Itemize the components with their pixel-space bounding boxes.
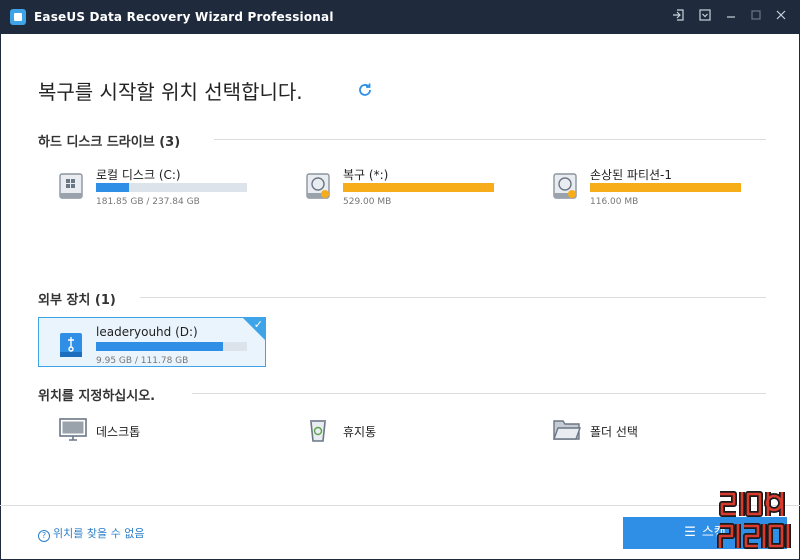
close-icon[interactable]	[772, 8, 790, 26]
menu-icon[interactable]	[696, 8, 714, 26]
drive-name: 로컬 디스크 (C:)	[96, 168, 181, 182]
recycle-bin-icon	[310, 420, 326, 442]
external-section-title: 외부 장치 (1)	[38, 293, 116, 308]
drive-usage-bar	[96, 183, 247, 192]
help-link[interactable]: ? 위치를 찾을 수 없음	[38, 525, 144, 542]
usb-drive-icon	[60, 333, 82, 357]
drive-usage-fill	[96, 183, 130, 192]
drive-usage-bar	[96, 342, 247, 351]
drive-usage-bar	[590, 183, 741, 192]
location-label: 폴더 선택	[590, 425, 638, 439]
location-desktop[interactable]: 데스크톱	[59, 417, 259, 447]
windows-drive-icon	[59, 173, 83, 199]
drive-damaged-partition[interactable]: 손상된 파티션-1 116.00 MB	[553, 166, 763, 210]
drive-usage-fill	[343, 183, 494, 192]
folder-icon	[553, 420, 581, 440]
scan-button[interactable]: ☰ 스캔	[623, 517, 787, 549]
drive-usage-fill	[96, 342, 223, 351]
section-divider	[192, 393, 766, 394]
drive-name: leaderyouhd (D:)	[96, 325, 198, 339]
app-icon	[10, 9, 26, 25]
scan-label: 스캔	[701, 525, 726, 540]
drive-size: 181.85 GB / 237.84 GB	[96, 197, 200, 207]
drive-usage-fill	[590, 183, 741, 192]
drive-usage-bar	[343, 183, 494, 192]
desktop-icon	[59, 418, 87, 441]
help-label: 위치를 찾을 수 없음	[53, 527, 145, 540]
drive-name: 복구 (*:)	[343, 168, 389, 182]
location-recycle-bin[interactable]: 휴지통	[306, 417, 506, 447]
section-divider	[140, 297, 766, 298]
drive-size: 529.00 MB	[343, 197, 392, 207]
locations-section-title: 위치를 지정하십시오.	[38, 389, 156, 404]
hard-drives-section-title: 하드 디스크 드라이브 (3)	[38, 135, 181, 150]
login-icon[interactable]	[669, 8, 687, 26]
hard-drive-icon	[553, 173, 577, 199]
drive-name: 손상된 파티션-1	[590, 168, 673, 182]
drive-size: 9.95 GB / 111.78 GB	[96, 356, 189, 366]
page-title: 복구를 시작할 위치 선택합니다.	[38, 80, 303, 104]
maximize-icon[interactable]	[747, 8, 765, 26]
drive-c[interactable]: 로컬 디스크 (C:) 181.85 GB / 237.84 GB	[59, 166, 269, 210]
location-select-folder[interactable]: 폴더 선택	[553, 417, 753, 447]
title-bar: EaseUS Data Recovery Wizard Professional	[0, 0, 800, 34]
question-icon: ?	[38, 530, 50, 542]
drive-size: 116.00 MB	[590, 197, 639, 207]
minimize-icon[interactable]	[722, 8, 740, 26]
footer-divider	[0, 505, 800, 506]
window-title: EaseUS Data Recovery Wizard Professional	[34, 10, 334, 24]
location-label: 데스크톱	[96, 425, 141, 439]
location-label: 휴지통	[343, 425, 377, 439]
refresh-icon[interactable]	[356, 81, 374, 99]
section-divider	[214, 139, 766, 140]
scan-icon: ☰	[684, 525, 696, 540]
hard-drive-icon	[306, 173, 330, 199]
drive-external-d[interactable]: leaderyouhd (D:) 9.95 GB / 111.78 GB	[59, 325, 269, 369]
drive-recovery[interactable]: 복구 (*:) 529.00 MB	[306, 166, 516, 210]
